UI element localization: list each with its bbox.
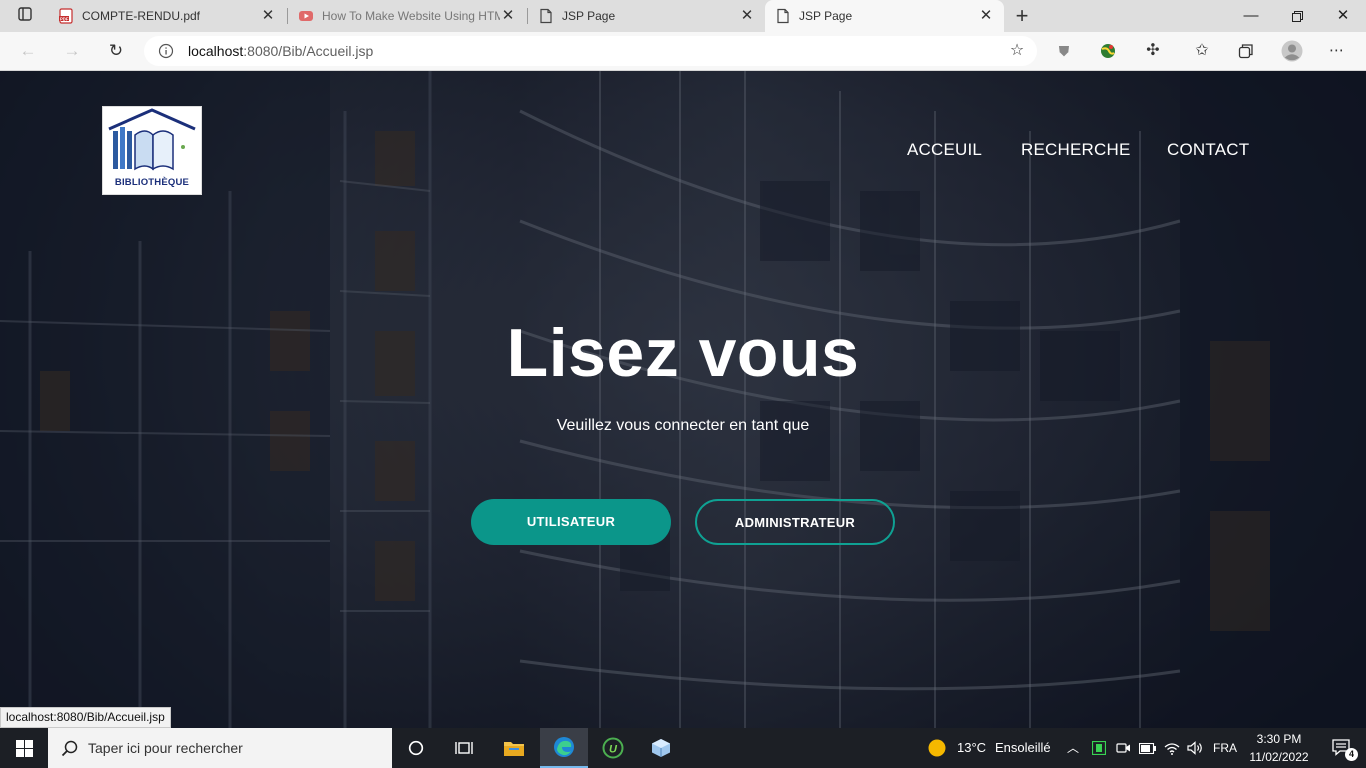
tray-app-green-icon[interactable]: [1087, 728, 1111, 768]
youtube-icon: [299, 11, 313, 21]
task-view-icon[interactable]: [440, 728, 488, 768]
nav-recherche[interactable]: RECHERCHE: [1021, 140, 1130, 160]
system-clock[interactable]: 3:30 PM 11/02/2022: [1244, 730, 1314, 766]
extensions-icon[interactable]: ✣: [1138, 37, 1168, 65]
forward-icon[interactable]: →: [57, 37, 87, 65]
nav-contact[interactable]: CONTACT: [1167, 140, 1249, 160]
browser-toolbar: ← → ↻ localhost:8080/Bib/Accueil.jsp ☆ ⛊…: [0, 32, 1366, 71]
windows-logo-icon: [15, 739, 33, 757]
close-window-icon[interactable]: ✕: [1320, 0, 1366, 32]
restore-icon[interactable]: [1274, 0, 1320, 32]
notification-count-badge: 4: [1345, 748, 1358, 761]
show-hidden-icons-icon[interactable]: ︿: [1067, 728, 1079, 768]
shield-extension-icon[interactable]: ⛊: [1049, 37, 1079, 65]
hero-subtitle: Veuillez vous connecter en tant que: [556, 417, 810, 434]
dark-overlay: [0, 71, 1366, 728]
clock-date: 11/02/2022: [1249, 750, 1309, 764]
taskbar-search[interactable]: Taper ici pour rechercher: [48, 728, 392, 768]
search-icon: [61, 740, 78, 757]
hero-title: Lisez vous: [506, 315, 860, 391]
url-path: :8080/Bib/Accueil.jsp: [243, 43, 374, 59]
favorites-icon[interactable]: ✩: [1187, 37, 1217, 65]
close-tab-icon[interactable]: ✕: [260, 8, 276, 24]
tab-youtube[interactable]: How To Make Website Using HTML ✕: [288, 0, 526, 32]
link-status-bar: localhost:8080/Bib/Accueil.jsp: [0, 707, 171, 728]
close-tab-icon[interactable]: ✕: [978, 8, 994, 24]
tab-jsp-page[interactable]: JSP Page ✕: [528, 0, 765, 32]
start-button[interactable]: [0, 728, 48, 768]
windows-taskbar: Taper ici pour rechercher U 13°C Ensolei…: [0, 728, 1366, 768]
tab-title: COMPTE-RENDU.pdf: [82, 9, 201, 23]
minimize-icon[interactable]: —: [1228, 0, 1274, 32]
url-text: localhost:8080/Bib/Accueil.jsp: [188, 36, 373, 66]
tab-compte-rendu[interactable]: PDF COMPTE-RENDU.pdf ✕: [48, 0, 286, 32]
nav-accueil[interactable]: ACCEUIL: [907, 140, 982, 160]
notifications-icon[interactable]: 4: [1318, 728, 1366, 768]
utilisateur-button[interactable]: UTILISATEUR: [471, 499, 671, 545]
tab-title: JSP Page: [562, 9, 616, 23]
globe-extension-icon[interactable]: [1093, 37, 1123, 65]
svg-text:PDF: PDF: [60, 16, 69, 21]
tab-title: JSP Page: [799, 9, 853, 23]
file-explorer-icon[interactable]: [490, 728, 538, 768]
cortana-icon[interactable]: [392, 728, 440, 768]
close-tab-icon[interactable]: ✕: [739, 8, 755, 24]
netbeans-icon[interactable]: U: [589, 728, 637, 768]
library-logo-icon: [108, 108, 196, 171]
tab-actions-icon[interactable]: [10, 2, 40, 30]
info-icon[interactable]: [158, 43, 174, 59]
svg-text:U: U: [609, 744, 618, 756]
new-tab-icon[interactable]: +: [1007, 2, 1037, 30]
administrateur-button[interactable]: ADMINISTRATEUR: [695, 499, 895, 545]
close-tab-icon[interactable]: ✕: [500, 8, 516, 24]
input-language[interactable]: FRA: [1213, 728, 1237, 768]
battery-icon[interactable]: [1135, 728, 1159, 768]
volume-icon[interactable]: [1183, 728, 1207, 768]
more-options-icon[interactable]: ⋯: [1322, 37, 1352, 65]
logo-text: BIBLIOTHÈQUE: [114, 177, 190, 188]
tab-title: How To Make Website Using HTML: [322, 9, 500, 23]
back-icon[interactable]: ←: [13, 37, 43, 65]
weather-condition[interactable]: Ensoleillé: [995, 728, 1051, 768]
page-icon: [777, 8, 789, 24]
virtualbox-icon[interactable]: [637, 728, 685, 768]
tab-jsp-page-active[interactable]: JSP Page ✕: [765, 0, 1004, 32]
browser-tab-strip: PDF COMPTE-RENDU.pdf ✕ How To Make Websi…: [0, 0, 1366, 32]
address-bar[interactable]: localhost:8080/Bib/Accueil.jsp ☆: [144, 36, 1037, 66]
pdf-icon: PDF: [59, 8, 73, 24]
collections-icon[interactable]: [1231, 37, 1261, 65]
edge-taskbar-icon[interactable]: [540, 728, 588, 768]
wifi-icon[interactable]: [1160, 728, 1184, 768]
site-logo[interactable]: BIBLIOTHÈQUE: [102, 106, 202, 195]
page-viewport: BIBLIOTHÈQUE ACCEUIL RECHERCHE CONTACT L…: [0, 71, 1366, 728]
page-icon: [540, 8, 552, 24]
weather-sun-icon[interactable]: [913, 728, 961, 768]
refresh-icon[interactable]: ↻: [101, 37, 131, 65]
add-favorite-icon[interactable]: ☆: [1002, 37, 1032, 65]
profile-avatar-icon[interactable]: [1277, 37, 1307, 65]
search-placeholder: Taper ici pour rechercher: [88, 740, 243, 756]
weather-temperature[interactable]: 13°C: [957, 728, 986, 768]
url-host: localhost: [188, 43, 244, 59]
tray-meet-icon[interactable]: [1111, 728, 1135, 768]
clock-time: 3:30 PM: [1256, 732, 1302, 746]
